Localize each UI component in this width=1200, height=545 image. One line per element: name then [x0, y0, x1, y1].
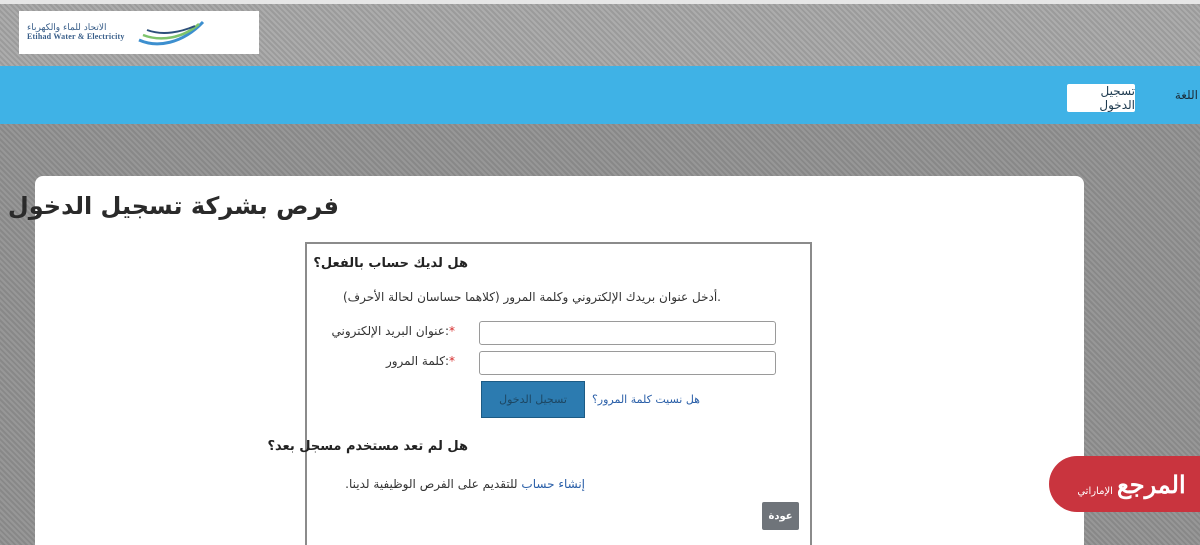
- watermark-logo-text: المرجع: [1116, 469, 1186, 499]
- login-form-box: هل لديك حساب بالفعل؟ .أدخل عنوان بريدك ا…: [267, 242, 812, 545]
- logo-text: الاتحاد للماء والكهرباء Etihad Water & E…: [27, 23, 125, 42]
- login-instructions: .أدخل عنوان بريدك الإلكتروني وكلمة المرو…: [342, 290, 721, 304]
- password-label-text: :كلمة المرور: [385, 354, 449, 368]
- email-field[interactable]: [479, 321, 776, 345]
- page-title: فرص بشركة تسجيل الدخول: [7, 192, 339, 220]
- top-header: الاتحاد للماء والكهرباء Etihad Water & E…: [0, 0, 1200, 66]
- login-card: فرص بشركة تسجيل الدخول هل لديك حساب بالف…: [8, 176, 1084, 545]
- required-marker: *: [449, 324, 455, 338]
- required-marker: *: [449, 354, 455, 368]
- nav-login[interactable]: تسجيل الدخول: [1067, 84, 1135, 112]
- main-navigation-bar: اللغة تسجيل الدخول: [0, 66, 1200, 124]
- existing-account-heading: هل لديك حساب بالفعل؟: [313, 256, 468, 271]
- forgot-password-link[interactable]: هل نسيت كلمة المرور؟: [592, 393, 700, 406]
- create-account-link[interactable]: إنشاء حساب: [521, 477, 585, 491]
- back-button[interactable]: عودة: [762, 502, 799, 530]
- email-label: *:عنوان البريد الإلكتروني: [331, 324, 455, 338]
- password-field[interactable]: [479, 351, 776, 375]
- email-label-text: :عنوان البريد الإلكتروني: [331, 324, 449, 338]
- watermark-subtext: الإماراتي: [1077, 485, 1113, 497]
- register-suffix: للتقديم على الفرص الوظيفية لدينا: [349, 477, 518, 491]
- password-label: *:كلمة المرور: [386, 354, 455, 368]
- logo-wave-icon: [137, 20, 204, 45]
- logo-english-text: Etihad Water & Electricity: [27, 32, 125, 42]
- register-heading: هل لم تعد مستخدم مسجل بعد؟: [267, 439, 468, 454]
- login-submit-button[interactable]: تسجيل الدخول: [481, 381, 585, 418]
- register-text: إنشاء حساب للتقديم على الفرص الوظيفية لد…: [345, 477, 585, 491]
- watermark-badge: المرجع الإماراتي: [1049, 456, 1200, 512]
- nav-language[interactable]: اللغة: [1175, 88, 1198, 102]
- company-logo[interactable]: الاتحاد للماء والكهرباء Etihad Water & E…: [19, 11, 259, 54]
